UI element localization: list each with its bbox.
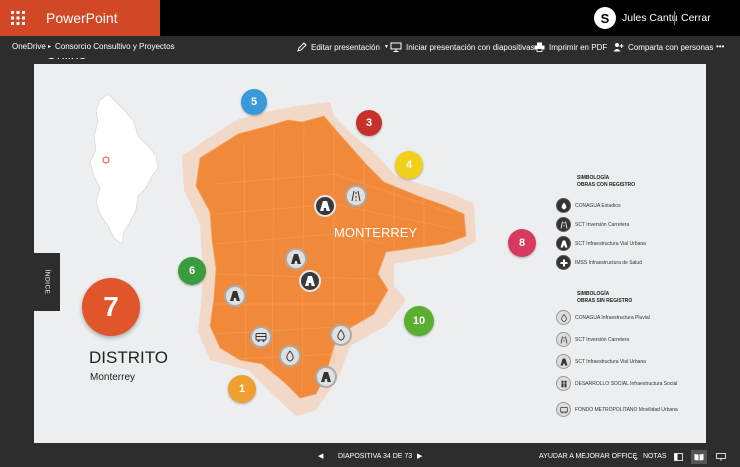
print-pdf-label: Imprimir en PDF: [549, 42, 608, 52]
share-people-icon: [613, 43, 624, 52]
road-urban-icon-2[interactable]: [285, 248, 307, 270]
district-number-badge: 7: [82, 278, 140, 336]
title-bar: PowerPoint Online S Jules Cantú Cerrar s…: [0, 0, 740, 62]
slide-counter: DIAPOSITIVA 34 DE 73: [338, 453, 413, 460]
legend-without-item: SCT Inversión Carretera: [556, 332, 629, 347]
waffle-icon: [11, 11, 25, 25]
breadcrumb-onedrive[interactable]: OneDrive: [12, 36, 46, 58]
legend-with-label: SCT Infraestructura Vial Urbana: [575, 240, 646, 247]
edit-presentation-button[interactable]: Editar presentación ▼: [297, 36, 389, 58]
legend-with-title: SIMBOLOGÍA OBRAS CON REGISTRO: [577, 175, 635, 189]
bus-icon: [556, 402, 571, 417]
legend-with-item: CONAGUA Estudios: [556, 198, 621, 213]
road-highway-icon: [556, 217, 571, 232]
slideshow-view-icon[interactable]: [713, 450, 729, 464]
breadcrumb-document[interactable]: Consorcio Consultivo y Proyectos: [55, 36, 175, 58]
district-badge-8[interactable]: 8: [508, 229, 536, 257]
district-name: Monterrey: [90, 372, 136, 383]
notes-icon[interactable]: ⌄: [632, 447, 640, 467]
water-drop-icon: [556, 310, 571, 325]
road-urban-icon: [556, 354, 571, 369]
print-pdf-button[interactable]: Imprimir en PDF: [534, 36, 607, 58]
normal-view-icon[interactable]: [670, 450, 686, 464]
state-locator-map: [89, 93, 159, 245]
legend-without-title: SIMBOLOGÍA OBRAS SIN REGISTRO: [577, 291, 632, 305]
district-badge-10[interactable]: 10: [404, 306, 434, 336]
pencil-icon: [297, 42, 307, 52]
legend-with-title-2: OBRAS CON REGISTRO: [577, 182, 636, 188]
index-tab[interactable]: ÍNDICE: [34, 253, 60, 311]
district-badge-6[interactable]: 6: [178, 257, 206, 285]
legend-with-item: SCT Infraestructura Vial Urbana: [556, 236, 646, 251]
legend-without-title-2: OBRAS SIN REGISTRO: [577, 298, 633, 304]
app-launcher-button[interactable]: [0, 0, 36, 36]
breadcrumb-chevron-icon: ▸: [48, 44, 52, 50]
notes-toggle[interactable]: NOTAS: [643, 447, 667, 467]
water-drop-icon: [556, 198, 571, 213]
app-name[interactable]: PowerPoint Online: [36, 0, 160, 62]
user-name[interactable]: Jules Cantú: [622, 0, 677, 36]
road-urban-icon-4[interactable]: [224, 285, 246, 307]
share-button[interactable]: Comparta con personas: [613, 36, 713, 58]
map-city-label: MONTERREY: [334, 225, 418, 240]
legend-with-label: CONAGUA Estudios: [575, 202, 621, 209]
slide-canvas: ÍNDICE 7 DISTRITO Monterrey MONTERREY 5 …: [34, 64, 706, 443]
bus-icon[interactable]: [250, 326, 272, 348]
legend-with-item: SCT Inversión Carretera: [556, 217, 629, 232]
legend-with-label: SCT Inversión Carretera: [575, 221, 630, 228]
legend-with-item: IMSS Infraestructura de Salud: [556, 255, 642, 270]
water-drop-icon-2[interactable]: [279, 345, 301, 367]
legend-without-label: CONAGUA Infraestructura Pluvial: [575, 314, 650, 321]
skype-icon[interactable]: S: [594, 7, 616, 29]
district-badge-3[interactable]: 3: [356, 110, 382, 136]
sign-out-link[interactable]: Cerrar sesión: [681, 0, 740, 60]
start-slideshow-button[interactable]: Iniciar presentación con diapositivas: [390, 36, 535, 58]
road-urban-icon-3[interactable]: [299, 270, 321, 292]
legend-without-title-1: SIMBOLOGÍA: [577, 291, 610, 297]
district-badge-5[interactable]: 5: [241, 89, 267, 115]
dropdown-chevron-icon: ▼: [383, 44, 389, 50]
legend-without-label: SCT Infraestructura Vial Urbana: [575, 358, 646, 365]
legend-without-label: DESARROLLO SOCIAL Infraestructura Social: [575, 380, 678, 387]
legend-with-title-1: SIMBOLOGÍA: [577, 175, 610, 181]
legend-without-label: FONDO METROPOLITANO Movilidad Urbana: [575, 406, 678, 413]
legend-without-label: SCT Inversión Carretera: [575, 336, 630, 343]
road-highway-icon: [556, 332, 571, 347]
road-highway-icon[interactable]: [345, 185, 367, 207]
projector-icon: [390, 42, 402, 52]
water-drop-icon[interactable]: [330, 324, 352, 346]
index-tab-label: ÍNDICE: [43, 269, 51, 295]
road-urban-icon: [556, 236, 571, 251]
help-improve-office-link[interactable]: AYUDAR A MEJORAR OFFICE: [539, 447, 637, 467]
district-badge-1[interactable]: 1: [228, 375, 256, 403]
title-separator: [674, 11, 675, 25]
district-badge-4[interactable]: 4: [395, 151, 423, 179]
legend-without-item: DESARROLLO SOCIAL Infraestructura Social: [556, 376, 677, 391]
road-urban-icon-5[interactable]: [315, 366, 337, 388]
edit-presentation-label: Editar presentación: [311, 42, 380, 52]
printer-icon: [534, 42, 545, 52]
legend-with-label: IMSS Infraestructura de Salud: [575, 259, 642, 266]
status-bar: ◀ DIAPOSITIVA 34 DE 73 ▶ AYUDAR A MEJORA…: [0, 447, 740, 467]
family-icon: [556, 376, 571, 391]
start-slideshow-label: Iniciar presentación con diapositivas: [406, 42, 535, 52]
district-label: DISTRITO: [89, 348, 169, 367]
legend-without-item: CONAGUA Infraestructura Pluvial: [556, 310, 650, 325]
previous-slide-icon[interactable]: ◀: [318, 447, 323, 467]
powerpoint-online-window: PowerPoint Online S Jules Cantú Cerrar s…: [0, 0, 740, 467]
share-label: Comparta con personas: [628, 42, 714, 52]
more-options-button[interactable]: •••: [716, 36, 724, 58]
health-cross-icon: [556, 255, 571, 270]
reading-view-icon[interactable]: [691, 450, 707, 464]
next-slide-icon[interactable]: ▶: [417, 447, 422, 467]
command-bar: OneDrive ▸ Consorcio Consultivo y Proyec…: [0, 36, 740, 58]
legend-without-item: SCT Infraestructura Vial Urbana: [556, 354, 646, 369]
road-urban-icon[interactable]: [314, 195, 336, 217]
legend-without-item: FONDO METROPOLITANO Movilidad Urbana: [556, 402, 678, 417]
